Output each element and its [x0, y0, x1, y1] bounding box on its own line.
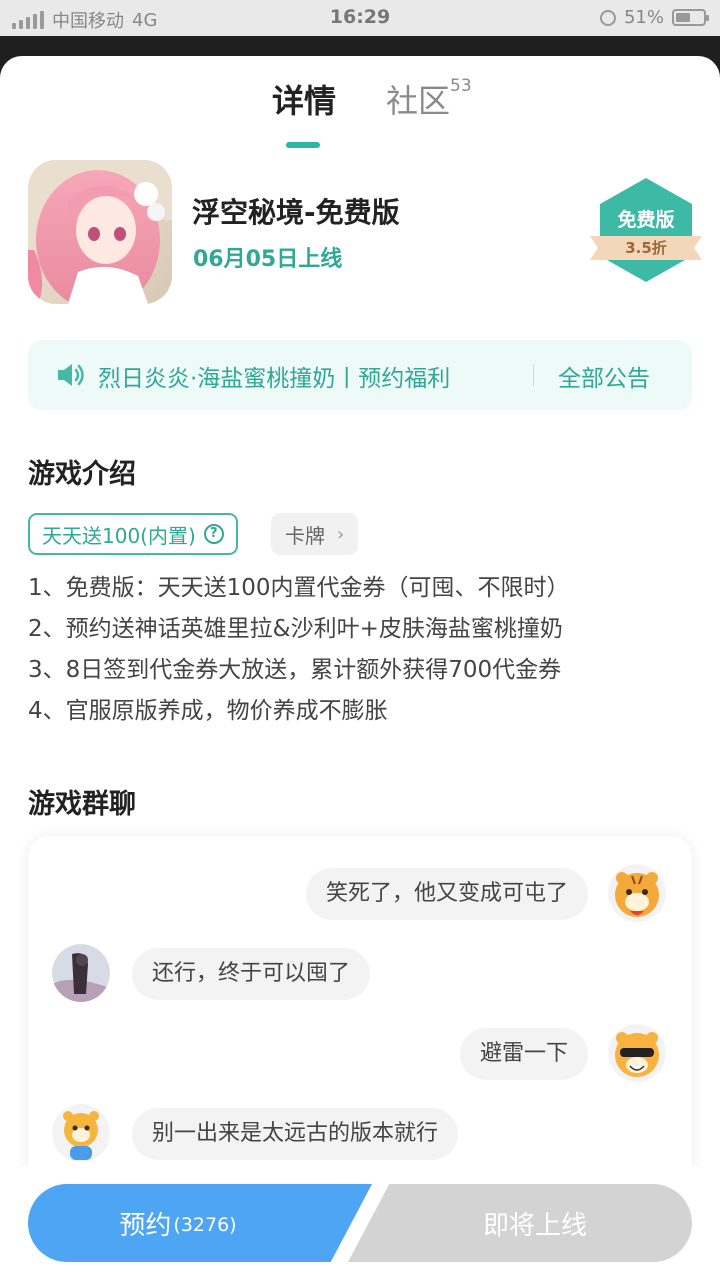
tag-daily-gift-label: 天天送100(内置): [42, 523, 196, 548]
intro-line: 1、免费版：天天送100内置代金券（可囤、不限时）: [28, 575, 570, 601]
tag-card-genre-label: 卡牌: [285, 523, 325, 548]
coming-soon-button[interactable]: 即将上线: [348, 1184, 692, 1262]
speaker-icon: [58, 364, 84, 386]
group-chat-heading: 游戏群聊: [28, 789, 136, 820]
tag-card-genre[interactable]: 卡牌 ›: [271, 513, 359, 555]
bottom-action-bar: 预约 (3276) 即将上线: [0, 1166, 720, 1280]
tiger-sunglasses-avatar[interactable]: [608, 1024, 666, 1082]
tiger-avatar[interactable]: [608, 864, 666, 922]
free-version-badge: 免费版 3.5折: [590, 178, 702, 290]
intro-text: 1、免费版：天天送100内置代金券（可囤、不限时） 2、预约送神话英雄里拉&沙利…: [28, 568, 698, 732]
release-date: 06月05日上线: [193, 247, 343, 272]
status-right: 51%: [599, 7, 709, 28]
badge-title: 免费版: [617, 209, 675, 231]
tab-community[interactable]: 社区: [386, 76, 450, 122]
tiger-cub-avatar[interactable]: [52, 1104, 110, 1162]
chat-message: 避雷一下: [459, 1028, 588, 1080]
announcement-text[interactable]: 烈日炎炎·海盐蜜桃撞奶丨预约福利: [98, 359, 450, 393]
reserve-button[interactable]: 预约 (3276): [28, 1184, 372, 1262]
help-icon[interactable]: ?: [203, 524, 224, 544]
user-avatar[interactable]: [52, 944, 110, 1002]
intro-line: 4、官服原版养成，物价养成不膨胀: [28, 698, 388, 724]
intro-line: 3、8日签到代金券大放送，累计额外获得700代金券: [28, 657, 562, 683]
chat-message: 还行，终于可以囤了: [132, 948, 371, 1000]
tab-detail[interactable]: 详情: [272, 76, 336, 122]
battery-icon: [672, 9, 709, 26]
tab-indicator: [286, 142, 320, 148]
chat-message: 别一出来是太远古的版本就行: [132, 1108, 459, 1160]
community-count: 53: [450, 76, 472, 96]
tab-bar: 详情 社区 53: [0, 76, 720, 148]
detail-sheet: 详情 社区 53 浮空秘境-免费版 06月05日上线 免费版 3.5折 烈日炎炎…: [0, 56, 720, 1280]
chat-message: 笑死了，他又变成可屯了: [305, 868, 588, 920]
intro-line: 2、预约送神话英雄里拉&沙利叶+皮肤海盐蜜桃撞奶: [28, 616, 563, 642]
reserve-label: 预约: [119, 1210, 172, 1241]
status-bar: 中国移动 4G 16:29 51%: [0, 0, 720, 36]
intro-heading: 游戏介绍: [28, 459, 136, 490]
all-announcements-link[interactable]: 全部公告: [558, 359, 650, 393]
chevron-right-icon: ›: [337, 523, 345, 545]
announcement-bar[interactable]: 烈日炎炎·海盐蜜桃撞奶丨预约福利 全部公告: [28, 340, 692, 410]
reserve-count: (3276): [173, 1214, 237, 1236]
group-chat-preview[interactable]: 笑死了，他又变成可屯了 还行，终于可以囤了 避雷一下 别一出来是太远古的版本就行: [28, 836, 692, 1196]
tag-daily-gift[interactable]: 天天送100(内置) ?: [28, 513, 238, 555]
battery-percent: 51%: [623, 7, 664, 28]
announcement-divider: [533, 364, 534, 386]
badge-discount: 3.5折: [625, 239, 667, 257]
rotation-lock-icon: [599, 9, 616, 26]
game-icon[interactable]: [28, 160, 172, 304]
game-title: 浮空秘境-免费版: [192, 196, 400, 229]
